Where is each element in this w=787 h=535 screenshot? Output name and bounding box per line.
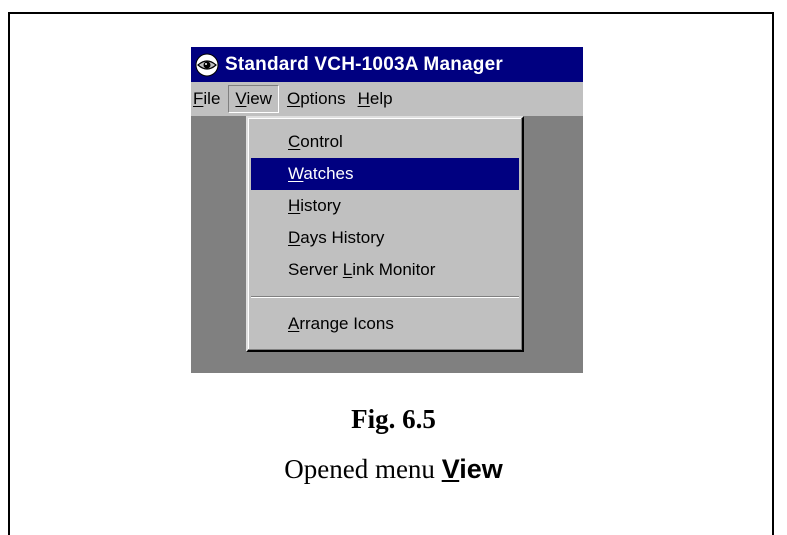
eye-icon[interactable] xyxy=(194,52,220,78)
menu-separator xyxy=(251,296,519,298)
view-dropdown-menu: Control Watches History Days History Ser… xyxy=(246,116,524,352)
menu-file-mnemonic: F xyxy=(193,89,204,108)
menu-help-mnemonic: H xyxy=(357,89,370,108)
history-mnemonic: H xyxy=(288,196,301,215)
days-history-mnemonic: D xyxy=(288,228,301,247)
menu-item-days-history[interactable]: Days History xyxy=(251,222,519,254)
menu-options[interactable]: Options xyxy=(281,85,352,113)
caption-prefix: Opened menu xyxy=(284,454,442,484)
menu-file-label: ile xyxy=(203,89,221,108)
title-bar[interactable]: Standard VCH-1003A Manager xyxy=(191,47,583,82)
figure-caption: Opened menu View xyxy=(0,454,787,485)
caption-menu-mnemonic: V xyxy=(441,454,460,484)
menu-view[interactable]: View xyxy=(228,85,279,113)
watches-label: atches xyxy=(303,164,354,183)
arrange-icons-label: rrange Icons xyxy=(299,314,394,333)
arrange-icons-mnemonic: A xyxy=(288,314,300,333)
caption-menu-word: View xyxy=(442,454,503,484)
menu-view-mnemonic: V xyxy=(235,89,247,108)
history-label: istory xyxy=(300,196,341,215)
menu-view-label: iew xyxy=(246,89,272,108)
menu-item-watches[interactable]: Watches xyxy=(251,158,519,190)
caption-menu-rest: iew xyxy=(459,454,503,484)
watches-mnemonic: W xyxy=(288,164,304,183)
menu-item-server-link-monitor[interactable]: Server Link Monitor xyxy=(251,254,519,286)
menu-help-label: elp xyxy=(369,89,393,108)
menu-help[interactable]: Help xyxy=(352,85,399,113)
server-link-prefix: Server xyxy=(288,260,343,279)
menu-options-label: ptions xyxy=(300,89,346,108)
server-link-mnemonic: L xyxy=(342,260,353,279)
menu-item-history[interactable]: History xyxy=(251,190,519,222)
days-history-label: ays History xyxy=(300,228,385,247)
app-window: Standard VCH-1003A Manager File View Opt… xyxy=(191,47,583,373)
menu-options-mnemonic: O xyxy=(286,89,301,108)
figure-number: Fig. 6.5 xyxy=(351,404,436,434)
menu-file[interactable]: File xyxy=(191,85,226,113)
server-link-label: ink Monitor xyxy=(352,260,436,279)
control-label: ontrol xyxy=(300,132,343,151)
control-mnemonic: C xyxy=(288,132,301,151)
menu-item-arrange-icons[interactable]: Arrange Icons xyxy=(251,308,519,340)
menu-item-control[interactable]: Control xyxy=(251,126,519,158)
window-title: Standard VCH-1003A Manager xyxy=(225,53,503,75)
menu-bar: File View Options Help xyxy=(191,82,583,116)
